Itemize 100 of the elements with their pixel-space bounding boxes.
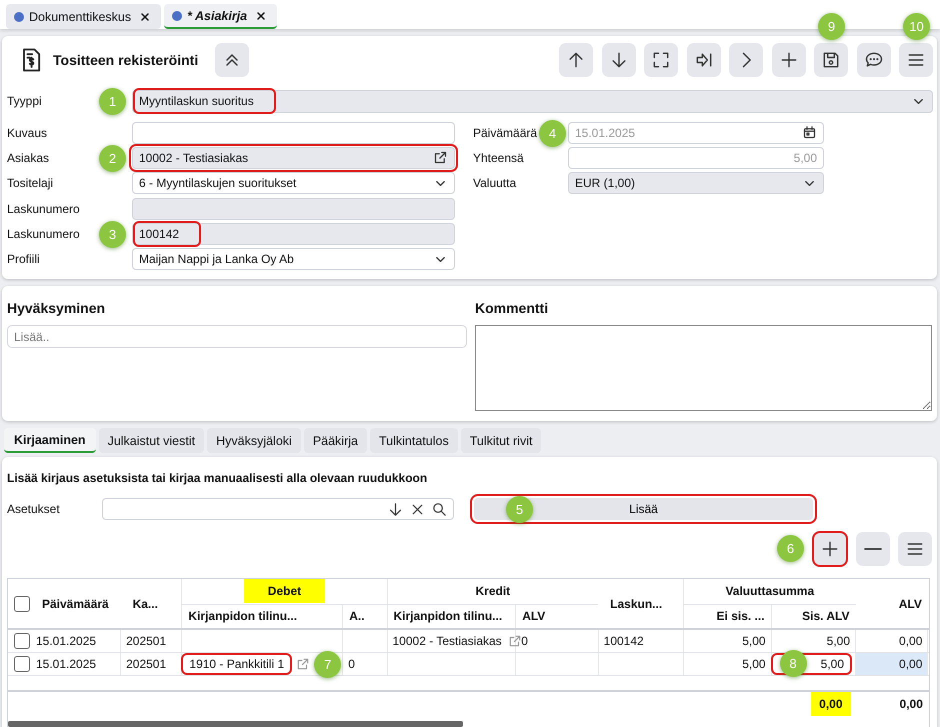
status-dot-icon bbox=[14, 12, 24, 22]
field-label: Kuvaus bbox=[7, 126, 48, 140]
toolbar-button[interactable] bbox=[772, 43, 806, 77]
step-marker: 3 bbox=[99, 220, 126, 248]
table-cell: 10002 - Testiasiakas bbox=[392, 634, 502, 648]
instruction-text: Lisää kirjaus asetuksista tai kirjaa manuaalisesti alla olevaan ruudukkoon bbox=[7, 471, 428, 485]
step-marker: 6 bbox=[777, 535, 804, 562]
collapse-button[interactable] bbox=[214, 43, 249, 77]
grid-button[interactable] bbox=[898, 532, 932, 566]
field-label: Laskunumero bbox=[7, 202, 80, 216]
fullscreen-icon bbox=[651, 50, 671, 70]
column-group-header: Kredit bbox=[475, 584, 510, 598]
toolbar-button[interactable] bbox=[899, 43, 933, 77]
field-label: Profiili bbox=[7, 252, 40, 266]
table-cell: 5,00 bbox=[742, 656, 766, 671]
plus-icon bbox=[778, 50, 798, 70]
dropdown-field[interactable]: Maijan Nappi ja Lanka Oy Ab bbox=[132, 248, 455, 270]
column-header: A.. bbox=[349, 609, 365, 624]
step-marker: 4 bbox=[539, 120, 566, 147]
column-group-header: Valuuttasumma bbox=[725, 584, 814, 598]
section-tab[interactable]: Julkaistut viestit bbox=[98, 428, 204, 453]
toolbar-button[interactable] bbox=[644, 43, 678, 77]
table-cell: 202501 bbox=[126, 634, 166, 648]
text-field[interactable] bbox=[132, 198, 455, 220]
column-header: Sis. ALV bbox=[802, 609, 850, 624]
table-cell: 0,00 bbox=[899, 656, 922, 671]
scrollbar[interactable] bbox=[8, 721, 463, 727]
lookup-field[interactable]: 10002 - Testiasiakas bbox=[132, 146, 455, 169]
checkbox[interactable] bbox=[14, 596, 30, 612]
column-header: Kirjanpidon tilinu... bbox=[394, 609, 502, 624]
table-cell: 1910 - Pankkitili 1 bbox=[183, 654, 290, 672]
column-header: Ei sis. ... bbox=[716, 609, 765, 624]
column-header: Päivämäärä bbox=[42, 596, 109, 610]
save-icon bbox=[821, 50, 841, 70]
external-link-icon bbox=[433, 150, 448, 166]
toolbar-button[interactable] bbox=[856, 43, 890, 77]
checkbox[interactable] bbox=[14, 632, 30, 649]
text-field[interactable]: 100142 bbox=[132, 222, 455, 245]
calendar-icon bbox=[802, 125, 817, 140]
toolbar-button[interactable] bbox=[729, 43, 763, 77]
document-tab[interactable]: * Asiakirja bbox=[164, 4, 278, 29]
checkbox[interactable] bbox=[14, 656, 30, 672]
column-header: Laskun... bbox=[610, 596, 662, 611]
section-tab[interactable]: Tulkitut rivit bbox=[460, 428, 542, 453]
table-cell: 15.01.2025 bbox=[36, 656, 96, 670]
comment-field[interactable] bbox=[475, 325, 932, 411]
arrow-down-icon bbox=[387, 500, 404, 518]
table-cell: 0 bbox=[521, 634, 528, 648]
close-button[interactable] bbox=[255, 10, 268, 22]
column-header: Kirjanpidon tilinu... bbox=[188, 609, 298, 624]
field-label: Valuutta bbox=[473, 176, 516, 190]
toolbar-button[interactable] bbox=[686, 43, 720, 77]
table-cell: 202501 bbox=[126, 656, 166, 671]
tab-label: * Asiakirja bbox=[187, 8, 248, 22]
column-header: ALV bbox=[522, 609, 546, 624]
table-cell: 0,00 bbox=[899, 634, 922, 648]
close-button[interactable] bbox=[139, 10, 152, 22]
status-dot-icon bbox=[172, 10, 182, 20]
step-marker: 1 bbox=[99, 88, 126, 115]
document-tab[interactable]: Dokumenttikeskus bbox=[6, 4, 162, 29]
step-marker: 7 bbox=[314, 650, 342, 678]
field-label: Laskunumero bbox=[7, 226, 80, 241]
table-cell: 0 bbox=[348, 656, 355, 671]
field-label: Päivämäärä bbox=[473, 126, 538, 140]
total-value: 0,00 bbox=[811, 692, 850, 716]
dropdown-field[interactable]: EUR (1,00) bbox=[568, 172, 824, 194]
table-cell: 5,00 bbox=[742, 634, 766, 648]
close-icon bbox=[139, 10, 152, 22]
section-tab[interactable]: Tulkintatulos bbox=[370, 428, 458, 453]
step-marker: 10 bbox=[903, 13, 930, 40]
settings-field[interactable] bbox=[102, 498, 454, 520]
external-link-icon bbox=[296, 656, 310, 670]
section-tab[interactable]: Pääkirja bbox=[304, 428, 367, 453]
external-link-icon bbox=[508, 634, 522, 648]
search-icon bbox=[431, 500, 448, 518]
plus-icon bbox=[820, 539, 840, 559]
column-header: Ka... bbox=[132, 596, 158, 611]
grid-button[interactable] bbox=[813, 532, 847, 566]
dropdown-field[interactable]: 6 - Myyntilaskujen suoritukset bbox=[132, 172, 455, 194]
field-label: Asiakas bbox=[7, 150, 50, 165]
field-label: Tositelaji bbox=[7, 176, 54, 190]
grid-button[interactable] bbox=[856, 532, 890, 566]
close-icon bbox=[255, 10, 268, 22]
section-title: Hyväksyminen bbox=[7, 300, 106, 316]
table-cell: 15.01.2025 bbox=[36, 634, 96, 648]
open-link-button[interactable] bbox=[433, 150, 448, 166]
toolbar-button[interactable] bbox=[602, 43, 636, 77]
text-field[interactable] bbox=[132, 122, 455, 144]
step-marker: 9 bbox=[818, 13, 845, 40]
toolbar-button[interactable] bbox=[559, 43, 593, 77]
tab-label: Dokumenttikeskus bbox=[29, 10, 132, 24]
section-tab[interactable]: Hyväksyjäloki bbox=[207, 428, 301, 453]
column-header: ALV bbox=[898, 596, 922, 611]
dropdown-field[interactable]: Myyntilaskun suoritus bbox=[132, 90, 933, 112]
total-value: 0,00 bbox=[900, 697, 923, 712]
table-cell: 5,00 bbox=[826, 634, 850, 648]
approver-field[interactable]: Lisää.. bbox=[7, 325, 467, 348]
toolbar-button[interactable] bbox=[814, 43, 848, 77]
field-label: Yhteensä bbox=[473, 150, 524, 165]
section-tab[interactable]: Kirjaaminen bbox=[4, 428, 96, 453]
